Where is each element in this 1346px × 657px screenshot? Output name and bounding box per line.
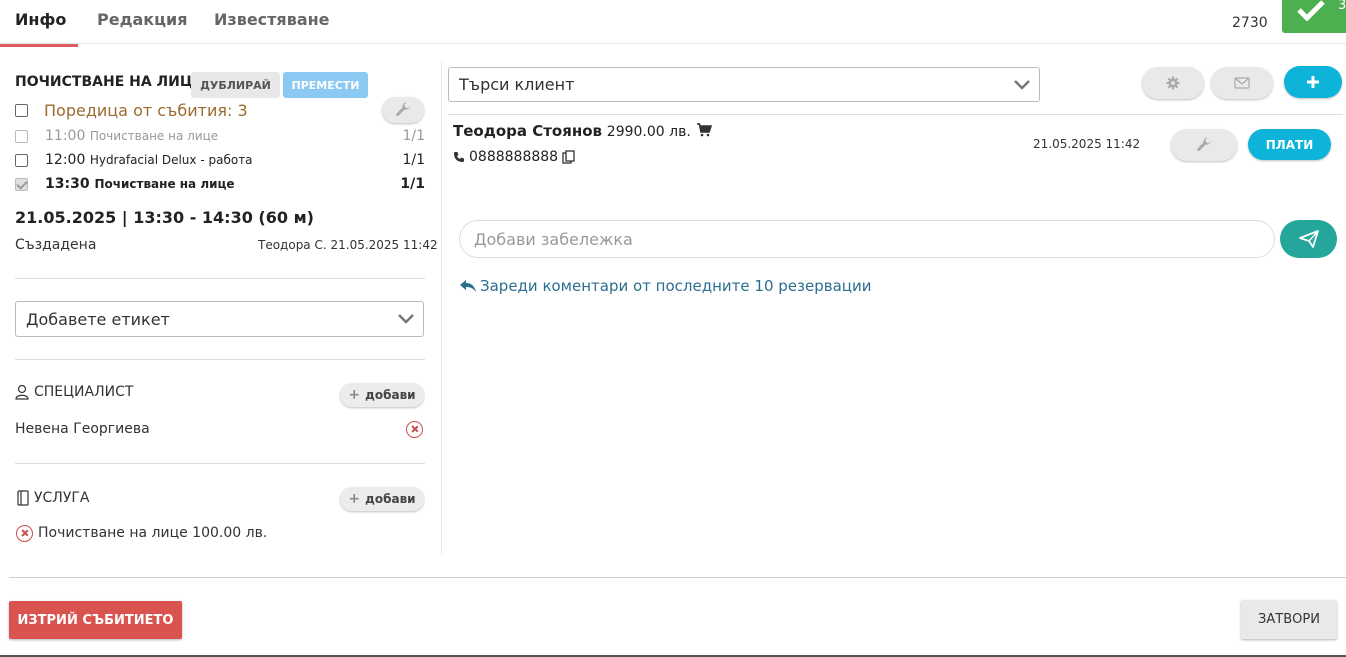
divider [15,278,425,279]
plus-icon: + [348,491,361,507]
occurrence-checkbox [15,178,28,191]
occurrence-time: 12:00 Hydrafacial Delux - работа [45,152,253,168]
gear-icon [1166,76,1180,90]
plus-icon [1307,76,1319,88]
occurrence-row[interactable]: 12:00 Hydrafacial Delux - работа 1/1 [15,151,425,171]
paper-plane-icon [1298,230,1319,248]
series-wrench-button[interactable] [382,97,424,123]
add-specialist-button[interactable]: + добави [340,383,424,407]
load-comments-link[interactable]: Зареди коментари от последните 10 резерв… [459,277,871,295]
series-label: Поредица от събития: 3 [44,101,248,120]
client-wrench-button[interactable] [1171,129,1237,161]
event-date-time: 21.05.2025 | 13:30 - 14:30 (60 м) [15,208,314,227]
client-name[interactable]: Теодора Стоянов [453,122,602,140]
cart-icon[interactable] [696,123,712,137]
confirm-count: 3 [1338,0,1346,13]
add-specialist-label: добави [365,388,416,402]
add-service-button[interactable]: + добави [340,487,424,511]
send-note-button[interactable] [1280,220,1337,258]
chevron-down-icon [398,314,414,324]
specialist-section-title: СПЕЦИАЛИСТ [15,384,133,400]
client-search-value: Търси клиент [459,75,575,94]
occurrence-checkbox[interactable] [15,154,28,167]
wrench-icon [1197,137,1211,151]
tab-bar: Инфо Редакция Известяване [0,0,1346,47]
move-button[interactable]: ПРЕМЕСТИ [283,72,368,98]
remove-service-icon[interactable] [16,525,33,542]
divider [448,114,1343,115]
load-comments-label: Зареди коментари от последните 10 резерв… [480,277,872,295]
event-status: Създадена [15,237,97,253]
tab-info[interactable]: Инфо [15,10,66,29]
footer-divider [9,577,1346,578]
occurrence-count: 1/1 [402,128,425,144]
service-title: УСЛУГА [34,490,90,506]
event-title: ПОЧИСТВАНЕ НА ЛИЦЕ [15,74,203,90]
close-button[interactable]: ЗАТВОРИ [1241,600,1337,639]
book-icon [17,490,29,506]
chevron-down-icon [1014,79,1030,90]
occurrence-count: 1/1 [400,176,425,192]
email-button[interactable] [1211,67,1273,99]
specialist-title: СПЕЦИАЛИСТ [34,384,134,400]
occurrence-row[interactable]: 11:00 Почистване на лице 1/1 [15,127,425,147]
service-item: Почистване на лице 100.00 лв. [38,525,268,541]
tag-select[interactable]: Добавете етикет [15,301,424,337]
plus-icon: + [348,387,361,403]
user-icon [15,384,29,400]
wrench-icon [396,102,410,116]
occurrence-time: 11:00 Почистване на лице [45,128,219,144]
occurrence-checkbox[interactable] [15,130,28,143]
confirm-button[interactable]: 3 [1282,0,1346,33]
client-booking-date: 21.05.2025 11:42 [1033,137,1141,151]
divider [15,359,425,360]
divider [15,463,425,464]
envelope-icon [1234,77,1250,89]
tag-select-value: Добавете етикет [26,309,170,329]
event-created-by: Теодора С. 21.05.2025 11:42 [258,238,438,252]
client-info: Теодора Стоянов 2990.00 лв. [453,122,712,140]
active-tab-indicator [0,44,78,47]
add-client-button[interactable] [1284,66,1342,98]
specialist-name: Невена Георгиева [15,421,150,437]
delete-event-button[interactable]: ИЗТРИЙ СЪБИТИЕТО [9,601,182,639]
client-search-select[interactable]: Търси клиент [448,67,1040,102]
service-section-title: УСЛУГА [15,490,89,506]
client-phone[interactable]: 0888888888 [469,149,558,165]
remove-specialist-icon[interactable] [406,421,423,438]
check-icon [1297,0,1325,21]
add-service-label: добави [365,492,416,506]
tab-notification[interactable]: Известяване [214,10,330,29]
copy-icon[interactable] [562,150,576,164]
phone-icon [454,152,464,162]
duplicate-button[interactable]: ДУБЛИРАЙ [191,72,280,98]
note-input[interactable] [459,220,1275,258]
column-divider [441,62,442,554]
client-amount: 2990.00 лв. [606,124,691,140]
occurrence-time: 13:30 Почистване на лице [45,176,235,192]
tab-edit[interactable]: Редакция [97,10,188,29]
occurrence-count: 1/1 [402,152,425,168]
reply-icon [460,280,476,292]
event-id: 2730 [1232,15,1268,31]
pay-button[interactable]: ПЛАТИ [1248,129,1331,160]
client-phone-row: 0888888888 [453,149,576,165]
occurrence-row-current[interactable]: 13:30 Почистване на лице 1/1 [15,175,425,195]
settings-button[interactable] [1142,67,1204,99]
series-checkbox[interactable] [15,104,28,117]
